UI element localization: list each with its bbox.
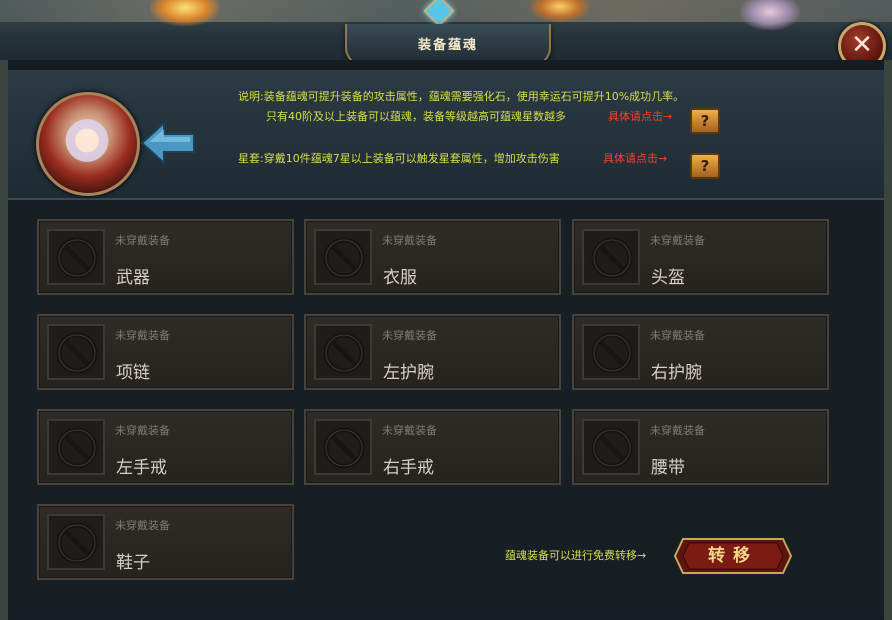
info-requirement: 只有40阶及以上装备可以蕴魂，装备等级越高可蕴魂星数越多 [266,110,566,123]
question-icon: ? [700,112,710,130]
slot-status: 未穿戴装备 [650,424,705,437]
slot-name: 头盔 [651,268,685,288]
info-star-set: 星套:穿戴10件蕴魂7星以上装备可以触发星套属性，增加攻击伤害 [238,152,560,165]
slot-name: 左护腕 [383,363,434,383]
slot-name: 右护腕 [651,363,702,383]
arrow-left-icon[interactable] [140,120,196,166]
equipment-slot[interactable]: 未穿戴装备 头盔 [572,219,829,295]
slot-status: 未穿戴装备 [115,329,170,342]
slot-status: 未穿戴装备 [382,424,437,437]
slot-icon-frame [47,229,105,285]
no-entry-icon [56,332,98,374]
equipment-slot[interactable]: 未穿戴装备 左手戒 [37,409,294,485]
banner-figure-decoration [740,0,800,30]
slot-name: 左手戒 [116,458,167,478]
no-entry-icon [56,522,98,564]
slot-name: 腰带 [651,458,685,478]
no-entry-icon [591,427,633,469]
slot-icon-frame [314,229,372,285]
no-entry-icon [323,427,365,469]
slot-icon-frame [582,229,640,285]
equipment-slot[interactable]: 未穿戴装备 左护腕 [304,314,561,390]
character-avatar [36,92,140,196]
equipment-slot[interactable]: 未穿戴装备 右手戒 [304,409,561,485]
slot-name: 武器 [116,268,150,288]
banner-flame-decoration [530,0,590,22]
slot-icon-frame [47,419,105,475]
equipment-slot[interactable]: 未穿戴装备 武器 [37,219,294,295]
equipment-slot[interactable]: 未穿戴装备 腰带 [572,409,829,485]
question-icon: ? [700,157,710,175]
help-button-1[interactable]: ? [690,108,720,134]
slot-status: 未穿戴装备 [382,329,437,342]
equipment-slot[interactable]: 未穿戴装备 鞋子 [37,504,294,580]
equipment-slot[interactable]: 未穿戴装备 衣服 [304,219,561,295]
slot-icon-frame [47,324,105,380]
slot-name: 衣服 [383,268,417,288]
equipment-slot[interactable]: 未穿戴装备 项链 [37,314,294,390]
slot-icon-frame [314,419,372,475]
transfer-button[interactable]: 转移 [673,537,793,575]
no-entry-icon [591,332,633,374]
slot-name: 项链 [116,363,150,383]
no-entry-icon [591,237,633,279]
no-entry-icon [323,237,365,279]
slot-status: 未穿戴装备 [650,234,705,247]
slot-icon-frame [582,324,640,380]
slot-status: 未穿戴装备 [382,234,437,247]
slot-name: 鞋子 [116,553,150,573]
slot-name: 右手戒 [383,458,434,478]
slot-status: 未穿戴装备 [115,424,170,437]
no-entry-icon [56,427,98,469]
equipment-slot[interactable]: 未穿戴装备 右护腕 [572,314,829,390]
no-entry-icon [323,332,365,374]
slot-icon-frame [47,514,105,570]
info-description: 说明:装备蕴魂可提升装备的攻击属性，蕴魂需要强化石，使用幸运石可提升10%成功几… [238,90,685,103]
slot-icon-frame [582,419,640,475]
banner-flame-decoration [150,0,220,26]
close-icon: ✕ [851,30,873,60]
slot-icon-frame [314,324,372,380]
detail-link-1[interactable]: 具体请点击→ [608,108,672,124]
help-button-2[interactable]: ? [690,153,720,179]
slot-status: 未穿戴装备 [115,519,170,532]
transfer-hint: 蕴魂装备可以进行免费转移→ [505,549,647,562]
transfer-button-label: 转移 [708,546,758,566]
slot-status: 未穿戴装备 [650,329,705,342]
no-entry-icon [56,237,98,279]
slot-status: 未穿戴装备 [115,234,170,247]
detail-link-2[interactable]: 具体请点击→ [603,150,667,166]
window-title: 装备蕴魂 [417,38,478,53]
